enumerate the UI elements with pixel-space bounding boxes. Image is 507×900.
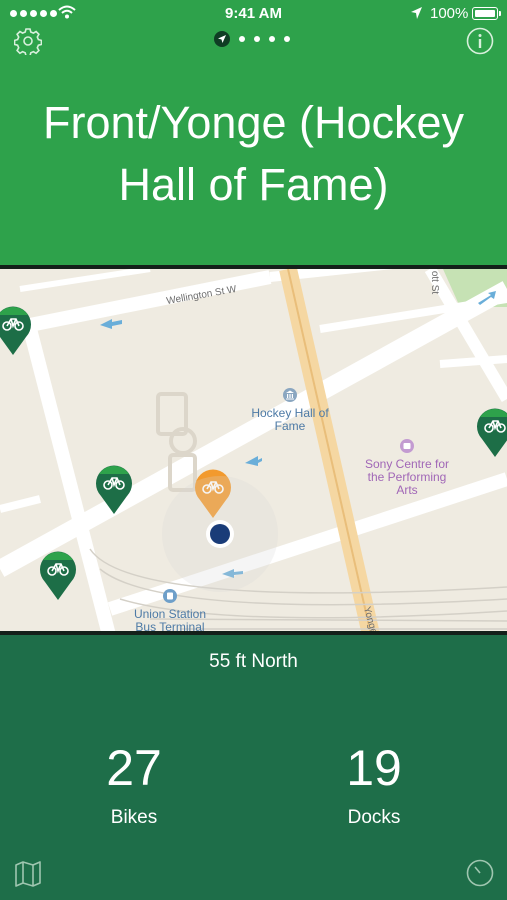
bikes-count: 27 [106,740,162,796]
poi-sony-centre: Sony Centre for the Performing Arts [364,457,450,497]
battery-percentage: 100% [430,5,469,22]
bike-station-pin[interactable] [95,464,133,516]
map-view-icon[interactable] [14,861,42,887]
station-details-panel: 55 ft North 27 Bikes 19 Docks [0,635,507,900]
theater-icon [400,439,414,453]
docks-count: 19 [346,740,402,796]
poi-hockey-hall-of-fame: Hockey Hall of Fame [251,406,329,433]
timer-icon[interactable] [466,859,494,887]
bikes-label: Bikes [110,807,158,828]
info-icon[interactable] [466,27,494,55]
nearby-location-page-icon [214,31,230,47]
page-dot [269,36,275,42]
distance-direction: 55 ft North [209,651,298,672]
page-dot [254,36,260,42]
page-indicator[interactable] [214,31,290,47]
bike-station-pin[interactable] [39,550,77,602]
location-services-icon [411,7,422,19]
docks-label: Docks [347,807,401,828]
status-bar: 9:41 AM 100% [0,0,507,28]
page-dot [239,36,245,42]
header-panel: 9:41 AM 100% Front/Yonge (Hockey Hall of… [0,0,507,265]
bike-station-pin[interactable] [0,305,32,357]
page-dot [284,36,290,42]
museum-icon [283,388,297,402]
street-label-top-right: ott St [429,270,441,295]
station-map[interactable]: Wellington St W ott St Yonge Hockey Hall… [0,265,507,635]
battery-icon [472,7,501,20]
station-name: Front/Yonge (Hockey Hall of Fame) [42,97,465,210]
poi-union-station-bus-terminal: Union Station Bus Terminal [133,607,207,634]
bike-station-pin[interactable] [476,407,507,459]
current-location-dot [162,476,278,592]
settings-gear-icon[interactable] [14,27,42,55]
